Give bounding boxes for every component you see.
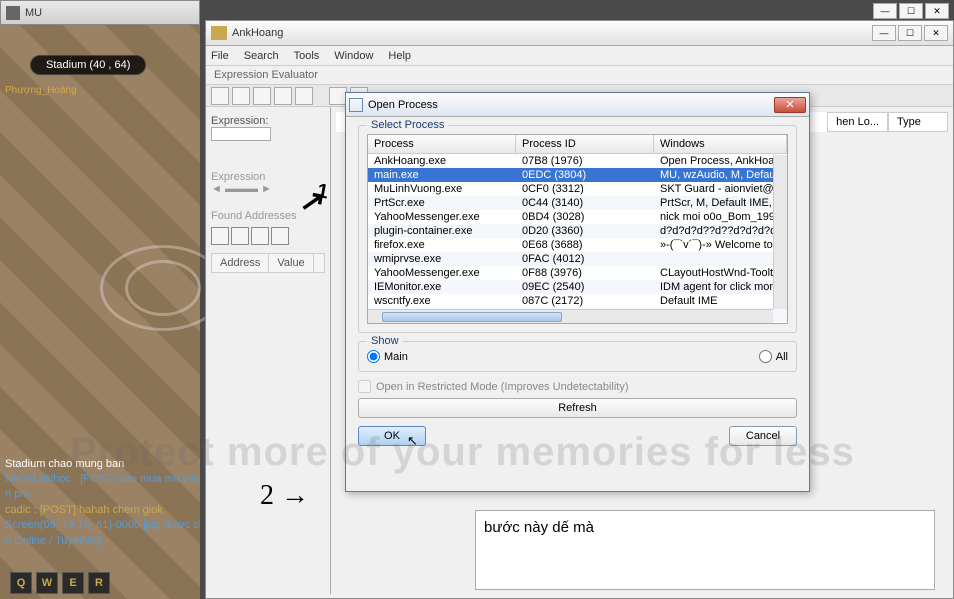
- process-row[interactable]: YahooMessenger.exe0BD4 (3028)nick moi o0…: [368, 210, 787, 224]
- mu-location-badge: Stadium (40 , 64): [30, 55, 146, 75]
- process-row[interactable]: YahooMessenger.exe0F88 (3976)CLayoutHost…: [368, 266, 787, 280]
- restricted-mode-label: Open in Restricted Mode (Improves Undete…: [376, 381, 629, 393]
- process-list[interactable]: Process Process ID Windows AnkHoang.exe0…: [367, 134, 788, 324]
- radio-main[interactable]: Main: [367, 350, 408, 363]
- col-henlo[interactable]: hen Lo...: [827, 112, 888, 132]
- maximize-button[interactable]: ☐: [899, 3, 923, 19]
- expression-input[interactable]: [211, 127, 271, 141]
- radio-all-input[interactable]: [759, 350, 772, 363]
- refresh-button[interactable]: Refresh: [358, 398, 797, 418]
- close-button[interactable]: ✕: [774, 97, 806, 113]
- mini-toolbar: [211, 227, 325, 245]
- maximize-button[interactable]: ☐: [898, 25, 922, 41]
- hotkey-e[interactable]: E: [62, 572, 84, 594]
- chat-line: Screen(09_19-10_61)-0000.jpg: được chup …: [5, 518, 200, 533]
- ankhoang-title: AnkHoang: [232, 27, 870, 39]
- chat-line: u Online / TuyetNhi]: [5, 534, 200, 549]
- toolbar-btn[interactable]: [253, 87, 271, 105]
- mu-window-controls: — ☐ ✕: [871, 3, 949, 19]
- toolbar-btn[interactable]: [295, 87, 313, 105]
- cursor-icon: ↖: [407, 433, 418, 449]
- ankhoang-titlebar[interactable]: AnkHoang — ☐ ✕: [206, 21, 953, 46]
- show-group: Show Main All: [358, 341, 797, 372]
- open-process-title: Open Process: [368, 99, 774, 111]
- mu-chat-log: Stadium chao mung banNhỌcLạNhọc : [POST]…: [5, 457, 200, 549]
- expression-label: Expression:: [211, 115, 268, 127]
- group-label: Show: [367, 335, 403, 347]
- process-row[interactable]: AnkHoang.exe07B8 (1976)Open Process, Ank…: [368, 154, 787, 168]
- menu-tools[interactable]: Tools: [294, 50, 320, 62]
- annotation-note: bước này dế mà: [475, 510, 935, 590]
- col-value[interactable]: Value: [269, 254, 313, 272]
- mu-game-window: MU Stadium (40 , 64) Phượng_Hoàng Stadiu…: [0, 0, 200, 599]
- close-button[interactable]: ✕: [924, 25, 948, 41]
- tool-icon[interactable]: [251, 227, 269, 245]
- close-button[interactable]: ✕: [925, 3, 949, 19]
- found-addresses-label: Found Addresses: [211, 210, 325, 222]
- mu-character-name: Phượng_Hoàng: [5, 85, 77, 96]
- open-process-dialog: Open Process ✕ Select Process Process Pr…: [345, 92, 810, 492]
- col-type[interactable]: Type: [888, 112, 948, 132]
- mu-app-icon: [6, 6, 20, 20]
- hotkey-w[interactable]: W: [36, 572, 58, 594]
- ankhoang-menubar: File Search Tools Window Help: [206, 46, 953, 66]
- chat-line: Stadium chao mung ban: [5, 457, 200, 472]
- tool-icon[interactable]: [271, 227, 289, 245]
- chat-line: NhỌcLạNhọc : [POST] can mua mu trau xanh: [5, 472, 200, 487]
- dialog-icon: [349, 98, 363, 112]
- ankhoang-left-panel: Expression: Expression◄ ▬▬▬ ► Found Addr…: [206, 107, 331, 594]
- minimize-button[interactable]: —: [872, 25, 896, 41]
- tool-icon[interactable]: [231, 227, 249, 245]
- process-row[interactable]: MuLinhVuong.exe0CF0 (3312)SKT Guard - ai…: [368, 182, 787, 196]
- toolbar-btn[interactable]: [211, 87, 229, 105]
- process-row[interactable]: firefox.exe0E68 (3688)»-(¯`v´¯)-» Welcom…: [368, 238, 787, 252]
- select-process-group: Select Process Process Process ID Window…: [358, 125, 797, 333]
- mu-titlebar[interactable]: MU: [0, 0, 200, 25]
- menu-file[interactable]: File: [211, 50, 229, 62]
- horizontal-scrollbar[interactable]: [368, 309, 773, 323]
- expression-label-2: Expression◄ ▬▬▬ ►: [211, 171, 325, 195]
- process-row[interactable]: PrtScr.exe0C44 (3140)PrtScr, M, Default …: [368, 196, 787, 210]
- ok-button[interactable]: OK ↖: [358, 426, 426, 446]
- process-list-header: Process Process ID Windows: [368, 135, 787, 154]
- menu-search[interactable]: Search: [244, 50, 279, 62]
- mu-viewport[interactable]: Stadium (40 , 64) Phượng_Hoàng Stadium c…: [0, 25, 200, 599]
- col-windows[interactable]: Windows: [654, 135, 787, 153]
- vertical-scrollbar[interactable]: [773, 155, 787, 309]
- radio-all[interactable]: All: [759, 350, 788, 363]
- restricted-mode-checkbox: [358, 380, 371, 393]
- mu-title: MU: [25, 7, 194, 19]
- ankhoang-app-icon: [211, 26, 227, 40]
- radio-main-input[interactable]: [367, 350, 380, 363]
- cancel-button[interactable]: Cancel: [729, 426, 797, 446]
- process-row[interactable]: wmiprvse.exe0FAC (4012): [368, 252, 787, 266]
- restricted-mode-row[interactable]: Open in Restricted Mode (Improves Undete…: [358, 380, 797, 393]
- open-process-titlebar[interactable]: Open Process ✕: [346, 93, 809, 117]
- found-columns: Address Value: [211, 253, 325, 273]
- ankhoang-subheader: Expression Evaluator: [206, 66, 953, 85]
- minimize-button[interactable]: —: [873, 3, 897, 19]
- process-row[interactable]: IEMonitor.exe09EC (2540)IDM agent for cl…: [368, 280, 787, 294]
- process-row[interactable]: wscntfy.exe087C (2172)Default IME: [368, 294, 787, 308]
- group-label: Select Process: [367, 119, 448, 131]
- mu-hotkey-bar: QWER: [10, 572, 110, 594]
- col-process[interactable]: Process: [368, 135, 516, 153]
- chat-line: n pm: [5, 487, 200, 502]
- process-row[interactable]: plugin-container.exe0D20 (3360)d?d?d?d??…: [368, 224, 787, 238]
- toolbar-btn[interactable]: [232, 87, 250, 105]
- col-address[interactable]: Address: [212, 254, 269, 272]
- hotkey-r[interactable]: R: [88, 572, 110, 594]
- hotkey-q[interactable]: Q: [10, 572, 32, 594]
- tool-icon[interactable]: [211, 227, 229, 245]
- col-process-id[interactable]: Process ID: [516, 135, 654, 153]
- process-row[interactable]: main.exe0EDC (3804)MU, wzAudio, M, Defau…: [368, 168, 787, 182]
- toolbar-btn[interactable]: [274, 87, 292, 105]
- menu-window[interactable]: Window: [334, 50, 373, 62]
- chat-line: cadic : [POST] hahah chem giok: [5, 503, 200, 518]
- menu-help[interactable]: Help: [388, 50, 411, 62]
